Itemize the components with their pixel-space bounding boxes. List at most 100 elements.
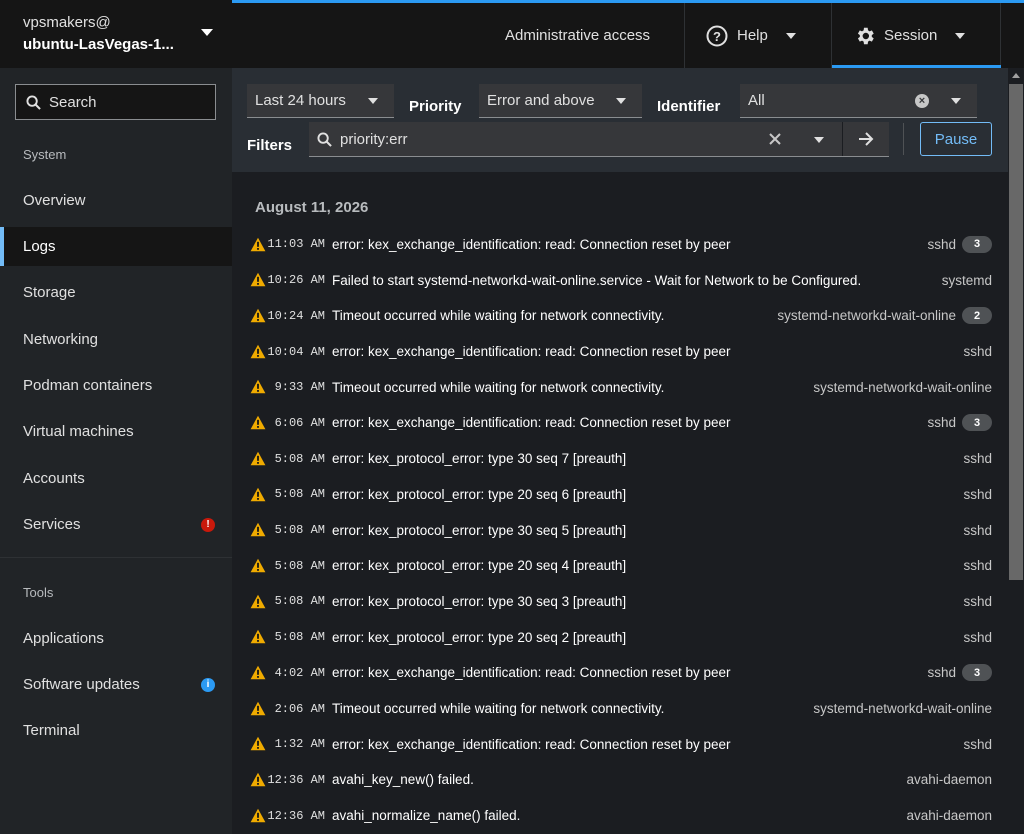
scroll-up-arrow-icon[interactable] (1012, 73, 1020, 78)
host-switcher[interactable]: vpsmakers@ ubuntu-LasVegas-1... (0, 0, 232, 68)
section-label-system: System (23, 147, 67, 162)
sidebar: vpsmakers@ ubuntu-LasVegas-1... System O… (0, 0, 232, 834)
sidebar-item-logs[interactable]: Logs (0, 227, 232, 266)
log-list: August 11, 2026 11:03 AM error: kex_excha… (232, 172, 1008, 834)
log-entry-row[interactable]: 9:33 AM Timeout occurred while waiting fo… (232, 369, 1008, 405)
time-range-select[interactable]: Last 24 hours (247, 84, 394, 118)
log-time: 5:08 AM (274, 594, 325, 609)
log-identifier-text: avahi-daemon (906, 808, 992, 824)
log-entry-row[interactable]: 1:32 AM error: kex_exchange_identificatio… (232, 726, 1008, 762)
log-message: error: kex_exchange_identification: read… (332, 736, 731, 752)
close-icon[interactable] (769, 133, 781, 145)
log-identifier: sshd (963, 523, 992, 538)
log-message: error: kex_protocol_error: type 30 seq 5… (332, 522, 627, 538)
sidebar-item-networking[interactable]: Networking (0, 320, 232, 359)
log-entry-row[interactable]: 5:08 AM error: kex_protocol_error: type 3… (232, 441, 1008, 477)
log-entry-row[interactable]: 12:36 AM avahi_key_new() failed. avahi-dae… (232, 762, 1008, 798)
identifier-select[interactable]: All × (740, 84, 977, 118)
toolbar-separator (903, 123, 904, 155)
sidebar-item-services[interactable]: Services ! (0, 505, 232, 544)
scrollbar-thumb[interactable] (1009, 84, 1023, 580)
log-entry-row[interactable]: 5:08 AM error: kex_protocol_error: type 2… (232, 619, 1008, 655)
log-entry-row[interactable]: 5:08 AM error: kex_protocol_error: type 2… (232, 548, 1008, 584)
search-input[interactable] (49, 93, 199, 111)
log-entry-row[interactable]: 11:03 AM error: kex_exchange_identificati… (232, 227, 1008, 263)
log-identifier-text: sshd (927, 415, 956, 431)
sidebar-item-terminal[interactable]: Terminal (0, 711, 232, 750)
masthead-separator (684, 3, 685, 68)
log-time: 5:08 AM (274, 558, 325, 573)
log-identifier-text: systemd-networkd-wait-online (777, 308, 956, 324)
log-identifier-text: sshd (927, 665, 956, 681)
logs-filter-toolbar: Last 24 hours Priority Error and above I… (232, 68, 1008, 172)
masthead: Administrative access ? Help Session (232, 0, 1024, 68)
pause-button[interactable]: Pause (920, 122, 992, 156)
sidebar-item-virtual-machines[interactable]: Virtual machines (0, 412, 232, 451)
identifier-value: All (748, 92, 765, 109)
log-identifier-text: sshd (963, 522, 992, 538)
log-identifier: systemd (942, 273, 992, 288)
log-message: error: kex_protocol_error: type 20 seq 4… (332, 558, 627, 574)
sidebar-item-podman[interactable]: Podman containers (0, 366, 232, 405)
log-identifier-text: systemd-networkd-wait-online (813, 701, 992, 717)
log-entry-row[interactable]: 10:24 AM Timeout occurred while waiting f… (232, 298, 1008, 334)
log-entry-row[interactable]: 5:08 AM error: kex_protocol_error: type 3… (232, 584, 1008, 620)
log-identifier-text: sshd (963, 736, 992, 752)
priority-select[interactable]: Error and above (479, 84, 642, 118)
log-entry-row[interactable]: 6:06 AM error: kex_exchange_identificatio… (232, 405, 1008, 441)
log-time: 10:24 AM (267, 308, 325, 323)
chevron-down-icon[interactable] (814, 137, 824, 143)
log-identifier-text: systemd (941, 272, 992, 288)
log-identifier: sshd (963, 594, 992, 609)
filter-text-box[interactable] (309, 122, 889, 157)
session-menu-button[interactable]: Session (854, 3, 966, 68)
log-message: Failed to start systemd-networkd-wait-on… (332, 272, 862, 288)
log-identifier: sshd (963, 558, 992, 573)
clear-identifier-icon[interactable]: × (915, 94, 929, 108)
log-identifier: sshd (963, 451, 992, 466)
filter-input[interactable] (340, 130, 760, 148)
sidebar-item-label: Applications (23, 630, 104, 647)
log-identifier-text: sshd (963, 558, 992, 574)
arrow-right-icon[interactable] (858, 132, 874, 146)
log-count-badge: 3 (962, 414, 992, 432)
sidebar-item-storage[interactable]: Storage (0, 273, 232, 312)
log-entry-row[interactable]: 5:08 AM error: kex_protocol_error: type 3… (232, 512, 1008, 548)
sidebar-item-label: Podman containers (23, 377, 153, 394)
sidebar-search[interactable] (15, 84, 216, 120)
chevron-down-icon (616, 98, 626, 104)
log-identifier-text: sshd (963, 451, 992, 467)
log-message: error: kex_exchange_identification: read… (332, 236, 731, 252)
sidebar-item-label: Terminal (23, 722, 80, 739)
sidebar-item-label: Services (23, 516, 81, 533)
log-time: 10:26 AM (267, 273, 325, 288)
log-entry-row[interactable]: 10:26 AM Failed to start systemd-networkd… (232, 262, 1008, 298)
sidebar-item-overview[interactable]: Overview (0, 181, 232, 220)
log-identifier: systemd-networkd-wait-online 2 (777, 307, 992, 325)
log-entry-row[interactable]: 10:04 AM error: kex_exchange_identificati… (232, 334, 1008, 370)
log-time: 5:08 AM (274, 523, 325, 538)
sidebar-item-software-updates[interactable]: Software updates i (0, 665, 232, 704)
log-time: 10:04 AM (267, 344, 325, 359)
log-count-badge: 2 (962, 307, 992, 325)
administrative-access-button[interactable]: Administrative access (505, 3, 650, 68)
log-time: 11:03 AM (267, 237, 325, 252)
sidebar-item-accounts[interactable]: Accounts (0, 459, 232, 498)
log-date-header: August 11, 2026 (255, 199, 369, 216)
search-icon (26, 94, 41, 110)
log-entry-row[interactable]: 5:08 AM error: kex_protocol_error: type 2… (232, 477, 1008, 513)
section-label-tools: Tools (23, 585, 54, 600)
log-entry-row[interactable]: 2:06 AM Timeout occurred while waiting fo… (232, 691, 1008, 727)
log-entry-row[interactable]: 4:02 AM error: kex_exchange_identificatio… (232, 655, 1008, 691)
log-identifier: sshd 3 (927, 235, 992, 253)
log-entry-row[interactable]: 12:36 AM avahi_normalize_name() failed. av… (232, 798, 1008, 834)
sidebar-item-label: Software updates (23, 676, 140, 693)
svg-text:?: ? (713, 29, 721, 44)
chevron-down-icon (785, 32, 796, 39)
help-menu-button[interactable]: ? Help (706, 3, 796, 68)
masthead-separator (1000, 3, 1001, 68)
sidebar-item-applications[interactable]: Applications (0, 619, 232, 658)
sidebar-item-label: Networking (23, 331, 99, 348)
chevron-down-icon (955, 32, 966, 39)
log-identifier: sshd 3 (927, 414, 992, 432)
